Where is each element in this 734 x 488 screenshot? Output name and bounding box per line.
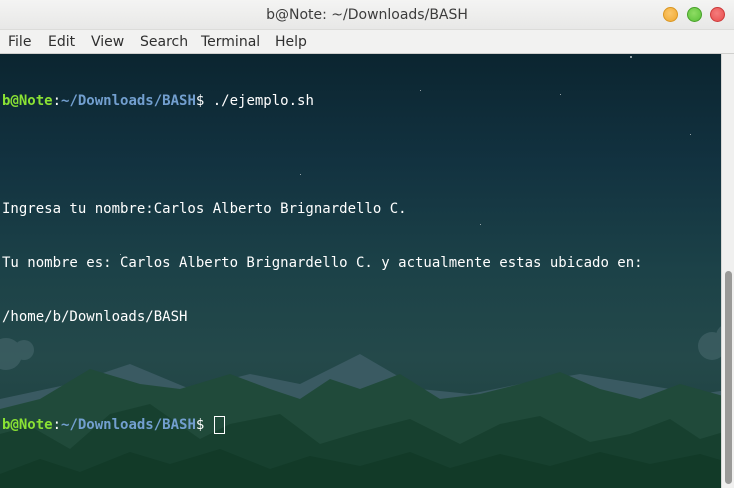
- scrollbar-thumb[interactable]: [725, 271, 732, 484]
- menu-help[interactable]: Help: [275, 30, 307, 54]
- output-line: /home/b/Downloads/BASH: [2, 309, 188, 325]
- menu-terminal[interactable]: Terminal: [201, 30, 260, 54]
- output-line: Ingresa tu nombre:Carlos Alberto Brignar…: [2, 201, 407, 217]
- vertical-scrollbar[interactable]: [721, 54, 734, 488]
- output-line: Tu nombre es: Carlos Alberto Brignardell…: [2, 255, 643, 271]
- terminal-window: b@Note: ~/Downloads/BASH File Edit View …: [0, 0, 734, 488]
- title-bar[interactable]: b@Note: ~/Downloads/BASH: [0, 0, 734, 30]
- prompt-path: ~/Downloads/BASH: [61, 417, 196, 433]
- active-prompt-line: b@Note:~/Downloads/BASH$: [2, 416, 718, 434]
- prompt-symbol: $: [195, 417, 213, 433]
- prompt-separator: :: [52, 93, 62, 109]
- window-title: b@Note: ~/Downloads/BASH: [266, 7, 468, 23]
- prompt-symbol: $: [195, 93, 213, 109]
- menu-view[interactable]: View: [91, 30, 124, 54]
- maximize-button[interactable]: [687, 7, 702, 22]
- menu-bar: File Edit View Search Terminal Help: [0, 30, 734, 54]
- terminal-area[interactable]: b@Note:~/Downloads/BASH$ ./ejemplo.sh In…: [0, 54, 734, 488]
- prompt-user: b@Note: [2, 93, 53, 109]
- menu-file[interactable]: File: [8, 30, 31, 54]
- prompt-separator: :: [52, 417, 62, 433]
- command-text: ./ejemplo.sh: [212, 93, 314, 109]
- terminal-output: b@Note:~/Downloads/BASH$ ./ejemplo.sh In…: [2, 56, 718, 470]
- menu-search[interactable]: Search: [140, 30, 188, 54]
- minimize-button[interactable]: [663, 7, 678, 22]
- text-cursor: [213, 416, 225, 434]
- close-button[interactable]: [710, 7, 725, 22]
- prompt-user: b@Note: [2, 417, 53, 433]
- command-line: b@Note:~/Downloads/BASH$ ./ejemplo.sh: [2, 92, 718, 110]
- prompt-path: ~/Downloads/BASH: [61, 93, 196, 109]
- menu-edit[interactable]: Edit: [48, 30, 75, 54]
